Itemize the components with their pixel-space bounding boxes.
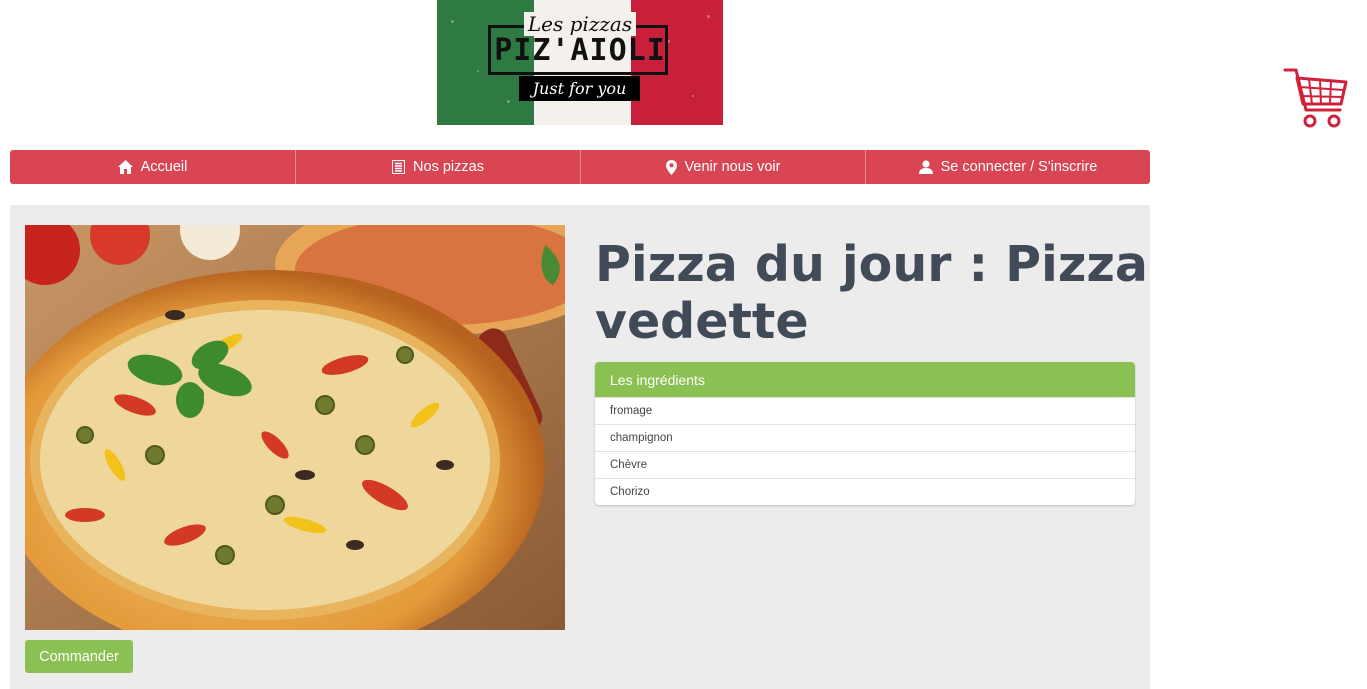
page-title: Pizza du jour : Pizza vedette: [595, 236, 1148, 350]
home-icon: [117, 160, 133, 174]
user-icon: [918, 160, 933, 174]
logo-brand: PIZ'AIOLI: [494, 33, 666, 68]
main-nav: Accueil Nos pizzas Venir nous voir Se co…: [10, 150, 1150, 184]
shopping-cart-icon[interactable]: [1282, 66, 1350, 130]
nav-item-nos-pizzas[interactable]: Nos pizzas: [295, 150, 580, 184]
list-icon: [392, 160, 406, 174]
map-marker-icon: [665, 159, 677, 175]
nav-label: Se connecter / S'inscrire: [940, 159, 1098, 175]
logo-tagline: Just for you: [519, 76, 640, 101]
ingredients-panel: Les ingrédients fromage champignon Chèvr…: [595, 362, 1135, 505]
nav-item-se-connecter[interactable]: Se connecter / S'inscrire: [865, 150, 1150, 184]
nav-item-accueil[interactable]: Accueil: [10, 150, 295, 184]
ingredients-header: Les ingrédients: [595, 362, 1135, 397]
nav-label: Nos pizzas: [413, 159, 484, 175]
nav-item-venir-nous-voir[interactable]: Venir nous voir: [580, 150, 865, 184]
site-logo[interactable]: Les pizzas PIZ'AIOLI Just for you: [437, 0, 723, 125]
order-button[interactable]: Commander: [25, 640, 133, 673]
nav-label: Venir nous voir: [684, 159, 781, 175]
ingredient-item: champignon: [595, 424, 1135, 451]
ingredient-item: Chorizo: [595, 478, 1135, 505]
ingredient-item: Chèvre: [595, 451, 1135, 478]
ingredient-item: fromage: [595, 397, 1135, 424]
nav-label: Accueil: [140, 159, 188, 175]
pizza-image: [25, 225, 565, 630]
